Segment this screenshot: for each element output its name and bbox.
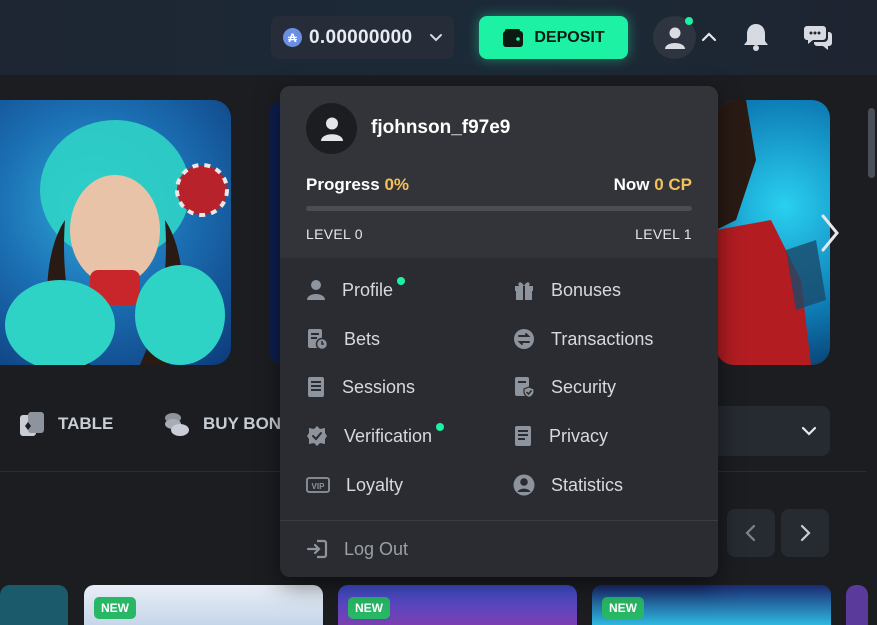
menu-item-privacy[interactable]: Privacy — [513, 423, 608, 449]
cards-icon — [20, 412, 44, 436]
menu-item-profile[interactable]: Profile — [306, 277, 406, 303]
progress-value: 0% — [384, 175, 410, 194]
balance-value: 0.00000000 — [309, 26, 413, 48]
level-next: LEVEL 1 — [635, 226, 692, 242]
game-thumbnail[interactable]: NEW — [84, 585, 323, 625]
menu-item-transactions[interactable]: Transactions — [513, 326, 653, 352]
chevron-up-icon[interactable] — [700, 28, 718, 46]
transfer-icon — [514, 329, 534, 349]
balance-selector[interactable]: ₳ 0.00000000 — [271, 16, 454, 59]
current-points: Now 0 CP — [613, 175, 692, 194]
category-label: TABLE — [58, 414, 114, 433]
carousel-next-button[interactable] — [781, 509, 829, 557]
game-thumbnail[interactable] — [0, 585, 68, 625]
username: fjohnson_f97e9 — [371, 117, 511, 138]
promo-banner-right[interactable] — [716, 100, 830, 365]
game-thumbnail[interactable] — [846, 585, 868, 625]
level-progress-bar — [306, 206, 692, 211]
progress-label: Progress 0% — [306, 175, 410, 194]
provider-select[interactable] — [700, 406, 830, 456]
deposit-label: DEPOSIT — [534, 28, 605, 46]
bets-icon — [308, 329, 328, 350]
carousel-prev-button[interactable] — [727, 509, 775, 557]
category-tab-table[interactable]: TABLE — [18, 410, 113, 438]
promo-banner-left[interactable] — [0, 100, 231, 365]
logout-button[interactable]: Log Out — [306, 536, 408, 562]
menu-item-sessions[interactable]: Sessions — [306, 374, 415, 400]
gift-icon — [515, 282, 533, 300]
document-icon — [515, 426, 531, 446]
banner-next-arrow-icon[interactable] — [815, 210, 845, 256]
sessions-icon — [308, 377, 324, 397]
game-thumbnail[interactable]: NEW — [338, 585, 577, 625]
new-badge: NEW — [348, 597, 390, 619]
menu-item-bets[interactable]: Bets — [306, 326, 380, 352]
menu-item-security[interactable]: Security — [513, 374, 616, 400]
new-badge: NEW — [602, 597, 644, 619]
notification-dot — [397, 277, 406, 285]
top-bar: ₳ 0.00000000 DEPOSIT — [0, 0, 877, 75]
menu-item-statistics[interactable]: Statistics — [513, 472, 623, 498]
user-dropdown-menu: fjohnson_f97e9 Progress 0% Now 0 CP LEVE… — [280, 86, 718, 577]
category-tab-buy-bonus[interactable]: BUY BON — [163, 410, 281, 438]
deposit-button[interactable]: DEPOSIT — [479, 16, 628, 59]
user-icon — [320, 117, 343, 141]
vip-icon: VIP — [306, 477, 330, 493]
user-level-card: fjohnson_f97e9 Progress 0% Now 0 CP LEVE… — [280, 86, 718, 258]
chevron-down-icon — [430, 34, 442, 42]
menu-item-bonuses[interactable]: Bonuses — [513, 277, 621, 303]
user-icon — [307, 280, 325, 300]
svg-text:VIP: VIP — [312, 482, 326, 491]
notification-dot — [436, 423, 445, 431]
bell-icon[interactable] — [742, 22, 770, 52]
logout-icon — [306, 539, 328, 559]
menu-item-loyalty[interactable]: VIP Loyalty — [306, 472, 403, 498]
current-points-value: 0 CP — [654, 175, 692, 194]
chevron-left-icon — [745, 524, 756, 542]
currency-coin-icon: ₳ — [283, 28, 302, 47]
menu-item-verification[interactable]: Verification — [306, 423, 445, 449]
coins-icon — [165, 413, 189, 436]
avatar — [306, 103, 357, 154]
notification-dot — [685, 17, 693, 25]
user-icon — [664, 27, 685, 49]
level-current: LEVEL 0 — [306, 226, 363, 242]
verified-shield-icon — [307, 426, 327, 446]
new-badge: NEW — [94, 597, 136, 619]
chevron-down-icon — [801, 426, 817, 436]
wallet-icon — [503, 28, 524, 47]
banner-artwork — [5, 120, 229, 365]
category-label: BUY BON — [203, 414, 282, 433]
chat-icon[interactable] — [803, 22, 833, 52]
chevron-right-icon — [800, 524, 811, 542]
game-thumbnail[interactable]: NEW — [592, 585, 831, 625]
banner-artwork — [716, 100, 826, 365]
user-circle-icon — [513, 474, 535, 496]
page-scrollbar-thumb[interactable] — [868, 108, 875, 178]
menu-divider — [280, 520, 718, 521]
security-icon — [515, 377, 535, 398]
